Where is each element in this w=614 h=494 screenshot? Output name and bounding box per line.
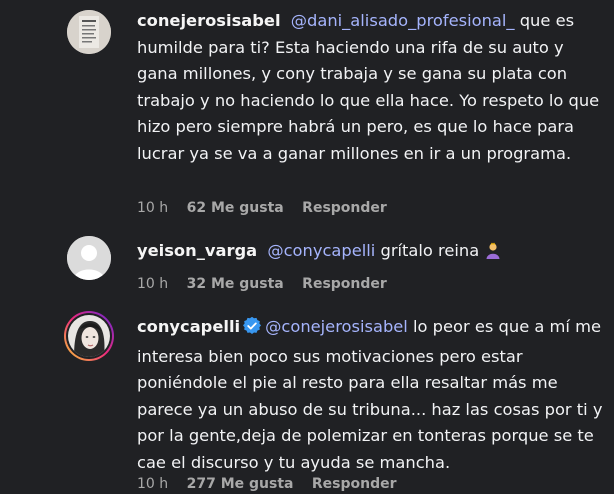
comment-body: que es humilde para ti? Esta haciendo un…	[137, 11, 600, 163]
reply-button[interactable]: Responder	[302, 276, 387, 292]
comment-username[interactable]: yeison_varga	[137, 241, 257, 260]
comment-text: conejerosisabel @dani_alisado_profesiona…	[137, 8, 607, 167]
comment-meta: 10 h 277 Me gusta Responder	[137, 476, 411, 492]
verified-badge-icon	[243, 316, 262, 344]
comment-body: lo peor es que a mí me interesa bien poc…	[137, 317, 603, 472]
default-avatar-icon	[67, 236, 111, 280]
comment-body: grítalo reina	[375, 241, 485, 260]
mention-link[interactable]: @conejerosisabel	[265, 317, 408, 336]
comment-meta: 10 h 32 Me gusta Responder	[137, 276, 401, 292]
comment-time: 10 h	[137, 200, 169, 216]
comment-username[interactable]: conejerosisabel	[137, 11, 281, 30]
comment-time: 10 h	[137, 476, 169, 492]
comment-time: 10 h	[137, 276, 169, 292]
mention-link[interactable]: @conycapelli	[267, 241, 375, 260]
likes-count[interactable]: 62 Me gusta	[187, 200, 284, 216]
avatar[interactable]	[67, 10, 111, 54]
reply-button[interactable]: Responder	[312, 476, 397, 492]
avatar-image-icon	[67, 10, 111, 54]
avatar-story-ring[interactable]	[64, 311, 114, 361]
comment-username[interactable]: conycapelli	[137, 317, 240, 336]
reply-button[interactable]: Responder	[302, 200, 387, 216]
avatar-image-icon	[68, 315, 110, 357]
likes-count[interactable]: 32 Me gusta	[187, 276, 284, 292]
avatar[interactable]	[67, 236, 111, 280]
comment-meta: 10 h 62 Me gusta Responder	[137, 200, 401, 216]
comment-text: conycapelli @conejerosisabel lo peor es q…	[137, 314, 607, 476]
likes-count[interactable]: 277 Me gusta	[187, 476, 294, 492]
mention-link[interactable]: @dani_alisado_profesional_	[291, 11, 515, 30]
person-bowing-icon	[484, 241, 502, 268]
comment-text: yeison_varga @conycapelli grítalo reina	[137, 238, 607, 268]
